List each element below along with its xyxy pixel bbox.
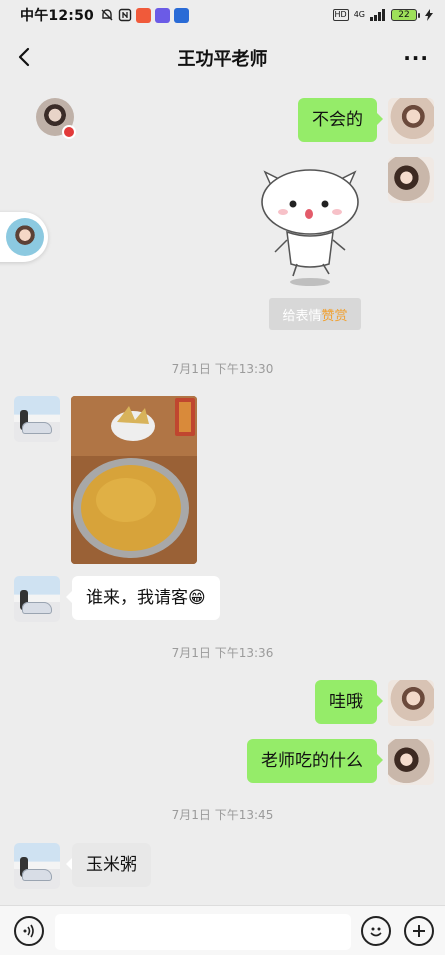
app-notification-icon — [135, 7, 151, 23]
sticker-reward-button[interactable]: 给表情 赞赏 — [269, 298, 361, 330]
message-bubble-sent[interactable]: 老师吃的什么 — [247, 739, 383, 783]
more-options-icon[interactable]: ··· — [403, 46, 429, 70]
cat-sticker[interactable] — [255, 160, 365, 290]
teacher-avatar[interactable] — [14, 843, 60, 889]
network-type: 4G — [353, 10, 365, 19]
sticker-tag-highlight: 赞赏 — [321, 308, 348, 324]
my-avatar[interactable] — [388, 739, 434, 785]
sticker-tag-text: 给表情 — [282, 308, 322, 324]
my-avatar[interactable] — [388, 98, 434, 144]
my-avatar[interactable] — [388, 680, 434, 726]
mute-bell-icon — [101, 9, 113, 21]
status-right: HD 4G 22 — [332, 9, 433, 21]
battery-level: 22 — [391, 9, 417, 21]
chat-header: 王功平老师 ··· — [0, 32, 445, 84]
signal-icon — [370, 9, 385, 21]
app-notification-icon — [154, 7, 170, 23]
food-photo[interactable] — [71, 396, 197, 564]
notification-badge — [62, 125, 76, 139]
status-app-icons — [100, 7, 189, 23]
timestamp: 7月1日 下午13:30 — [171, 362, 274, 376]
message-bubble-sent[interactable]: 不会的 — [298, 98, 383, 142]
my-avatar[interactable] — [388, 157, 434, 203]
message-bubble-received[interactable]: 谁来，我请客😁 — [66, 576, 220, 620]
input-bar — [0, 905, 445, 955]
add-attachment-icon[interactable] — [404, 916, 434, 946]
nfc-icon — [118, 8, 132, 22]
battery-icon: 22 — [391, 9, 420, 21]
timestamp: 7月1日 下午13:45 — [171, 808, 274, 822]
status-time: 中午12:50 — [20, 8, 94, 24]
timestamp: 7月1日 下午13:36 — [171, 646, 274, 660]
status-bar: 中午12:50 HD 4G 22 — [0, 0, 445, 30]
message-input[interactable] — [55, 914, 351, 950]
message-bubble-received[interactable]: 玉米粥 — [66, 843, 151, 887]
voice-input-icon[interactable] — [14, 916, 44, 946]
teacher-avatar[interactable] — [14, 576, 60, 622]
message-bubble-sent[interactable]: 哇哦 — [315, 680, 383, 724]
floating-avatar-bubble[interactable] — [0, 212, 48, 262]
chat-title: 王功平老师 — [177, 49, 268, 70]
teacher-avatar[interactable] — [14, 396, 60, 442]
charging-icon — [425, 9, 433, 21]
app-notification-icon — [173, 7, 189, 23]
emoji-icon[interactable] — [361, 916, 391, 946]
back-arrow-icon[interactable] — [14, 46, 36, 68]
hd-badge: HD — [332, 9, 349, 21]
